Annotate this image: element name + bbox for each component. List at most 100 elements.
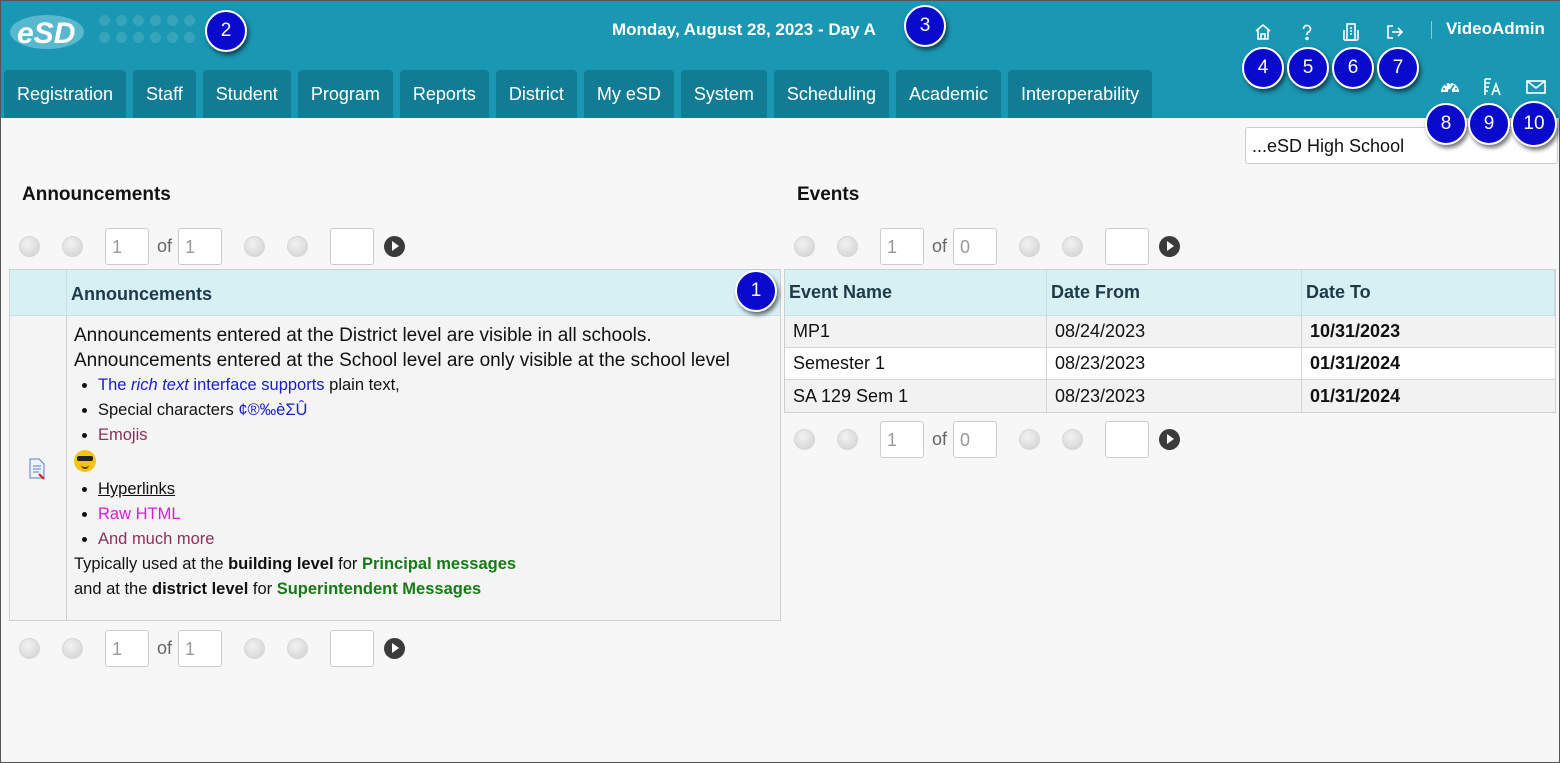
tab-system[interactable]: System [680, 70, 767, 118]
tab-district[interactable]: District [495, 70, 577, 118]
callout-marker: 3 [904, 5, 946, 47]
last-page-button[interactable] [287, 235, 309, 257]
table-row[interactable]: SA 129 Sem 1 08/23/2023 01/31/2024 [785, 380, 1555, 412]
username[interactable]: VideoAdmin [1446, 19, 1545, 39]
total-pages: 0 [953, 420, 998, 458]
date-from-cell: 08/24/2023 [1047, 316, 1302, 347]
top-icon-bar [1251, 20, 1427, 44]
announcements-grid: Announcements Announcements entered at t… [9, 269, 781, 621]
table-row[interactable]: MP1 08/24/2023 10/31/2023 [785, 316, 1555, 348]
tab-scheduling[interactable]: Scheduling [773, 70, 889, 118]
goto-page-button[interactable] [384, 637, 406, 659]
column-header-date-to[interactable]: Date To [1302, 270, 1555, 315]
events-grid: Event Name Date From Date To MP1 08/24/2… [784, 269, 1556, 413]
tab-registration[interactable]: Registration [4, 70, 127, 118]
logo-dots-decoration [99, 15, 198, 43]
current-date: Monday, August 28, 2023 - Day A [612, 20, 876, 39]
feature-list: Hyperlinks Raw HTML And much more [74, 477, 774, 552]
of-label: of [932, 235, 948, 256]
building-icon[interactable] [1339, 20, 1363, 44]
total-pages: 1 [178, 629, 223, 667]
list-item: Raw HTML [98, 502, 774, 527]
first-page-button[interactable] [794, 428, 815, 450]
tab-academic[interactable]: Academic [895, 70, 1002, 118]
callout-marker: 6 [1332, 47, 1374, 89]
date-to-cell: 10/31/2023 [1310, 321, 1401, 341]
font-settings-icon[interactable] [1481, 76, 1505, 98]
announcement-line: and at the district level for Superinten… [74, 580, 482, 598]
page-input[interactable]: 1 [880, 227, 924, 265]
goto-page-input[interactable] [330, 227, 375, 265]
prev-page-button[interactable] [62, 235, 83, 257]
callout-marker: 8 [1425, 103, 1467, 145]
first-page-button[interactable] [19, 235, 40, 257]
tab-student[interactable]: Student [202, 70, 291, 118]
tab-reports[interactable]: Reports [399, 70, 489, 118]
header-divider [1431, 21, 1432, 39]
last-page-button[interactable] [1062, 235, 1084, 257]
hyperlink-link[interactable]: Hyperlinks [98, 480, 175, 498]
esd-logo[interactable]: eSD [9, 11, 85, 51]
callout-marker: 7 [1377, 47, 1419, 89]
list-item: Hyperlinks [98, 477, 774, 502]
column-header-date-from[interactable]: Date From [1047, 270, 1302, 315]
goto-page-button[interactable] [1159, 428, 1181, 450]
event-name-cell: MP1 [785, 316, 1047, 347]
goto-page-button[interactable] [1159, 235, 1181, 257]
goto-page-button[interactable] [384, 235, 406, 257]
secondary-icon-bar [1438, 76, 1560, 98]
table-row[interactable]: Semester 1 08/23/2023 01/31/2024 [785, 348, 1555, 380]
page-input[interactable]: 1 [105, 629, 149, 667]
list-item: Special characters ¢®‰èΣÛ [98, 398, 774, 423]
callout-marker: 10 [1511, 101, 1557, 147]
school-selector[interactable]: ...eSD High School [1245, 127, 1558, 164]
home-icon[interactable] [1251, 20, 1275, 44]
next-page-button[interactable] [1019, 428, 1041, 450]
tab-program[interactable]: Program [297, 70, 393, 118]
help-icon[interactable] [1295, 20, 1319, 44]
of-label: of [157, 235, 173, 256]
first-page-button[interactable] [794, 235, 815, 257]
announcement-line: Typically used at the building level for… [74, 555, 517, 573]
tab-interoperability[interactable]: Interoperability [1008, 70, 1153, 118]
prev-page-button[interactable] [837, 428, 858, 450]
feature-list: The rich text interface supports plain t… [74, 373, 774, 448]
page-input[interactable]: 1 [880, 420, 924, 458]
main-nav-tabs: Registration Staff Student Program Repor… [4, 70, 1159, 118]
next-page-button[interactable] [244, 637, 266, 659]
goto-page-input[interactable] [1105, 420, 1150, 458]
of-label: of [157, 637, 173, 658]
logo-text: eSD [17, 17, 75, 50]
announcement-body: Announcements entered at the District le… [74, 323, 774, 602]
event-name-cell: SA 129 Sem 1 [785, 380, 1047, 412]
column-header-event-name[interactable]: Event Name [785, 270, 1047, 315]
announcement-line: Announcements entered at the District le… [74, 325, 652, 346]
events-grid-header: Event Name Date From Date To [785, 270, 1555, 316]
next-page-button[interactable] [244, 235, 266, 257]
last-page-button[interactable] [287, 637, 309, 659]
tab-staff[interactable]: Staff [133, 70, 196, 118]
announcements-grid-header: Announcements [10, 270, 780, 316]
prev-page-button[interactable] [62, 637, 83, 659]
last-page-button[interactable] [1062, 428, 1084, 450]
goto-page-input[interactable] [1105, 227, 1150, 265]
announcements-pager-top: 1 of 1 [19, 227, 406, 265]
mail-icon[interactable] [1524, 76, 1548, 98]
callout-marker: 9 [1468, 103, 1510, 145]
prev-page-button[interactable] [837, 235, 858, 257]
date-from-cell: 08/23/2023 [1047, 348, 1302, 379]
announcements-pager-bottom: 1 of 1 [19, 629, 406, 667]
logout-icon[interactable] [1383, 20, 1407, 44]
first-page-button[interactable] [19, 637, 40, 659]
total-pages: 1 [178, 227, 223, 265]
total-pages: 0 [953, 227, 998, 265]
next-page-button[interactable] [1019, 235, 1041, 257]
edit-document-icon[interactable] [27, 458, 47, 480]
callout-marker: 2 [205, 10, 247, 52]
page-input[interactable]: 1 [105, 227, 149, 265]
goto-page-input[interactable] [330, 629, 375, 667]
tab-my-esd[interactable]: My eSD [583, 70, 674, 118]
dashboard-icon[interactable] [1438, 76, 1462, 98]
announcements-column-header[interactable]: Announcements [71, 284, 212, 305]
sunglasses-emoji-icon [74, 448, 774, 477]
